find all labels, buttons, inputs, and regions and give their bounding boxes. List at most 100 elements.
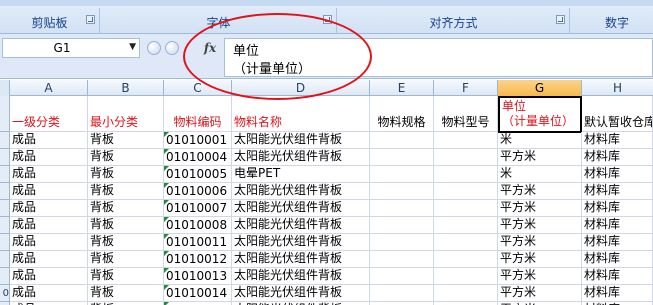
- column-header-c[interactable]: C: [164, 80, 232, 96]
- alignment-dialog-launcher-icon[interactable]: [556, 15, 565, 24]
- cell-b[interactable]: 背板: [88, 268, 164, 285]
- row-header[interactable]: 0: [0, 285, 10, 302]
- cell-f[interactable]: [434, 234, 498, 251]
- cell-d[interactable]: 太阳能光伏组件背板: [232, 149, 370, 166]
- column-header-h[interactable]: H: [582, 80, 653, 96]
- cell-g[interactable]: 平方米: [498, 285, 582, 302]
- row-header[interactable]: [0, 96, 10, 132]
- row-header[interactable]: [0, 149, 10, 166]
- cell-f[interactable]: [434, 285, 498, 302]
- header-cell-c[interactable]: 物料编码: [164, 96, 232, 132]
- cell-c[interactable]: 01010011: [164, 234, 232, 251]
- cell-d[interactable]: 太阳能光伏组件背板: [232, 132, 370, 149]
- cell-g[interactable]: 米: [498, 132, 582, 149]
- chevron-down-icon[interactable]: ▼: [129, 42, 136, 52]
- cell-f[interactable]: [434, 183, 498, 200]
- cell-e[interactable]: [370, 234, 434, 251]
- font-dialog-launcher-icon[interactable]: [323, 15, 332, 24]
- cell-a[interactable]: 成品: [10, 217, 88, 234]
- header-cell-e[interactable]: 物料规格: [370, 96, 434, 132]
- cell-b[interactable]: 背板: [88, 149, 164, 166]
- cell-h[interactable]: 材料库: [582, 251, 653, 268]
- cell-g[interactable]: 平方米: [498, 183, 582, 200]
- name-box[interactable]: G1 ▼: [2, 38, 140, 58]
- column-header-d[interactable]: D: [232, 80, 370, 96]
- cell-c[interactable]: 01010014: [164, 285, 232, 302]
- cell-a[interactable]: 成品: [10, 234, 88, 251]
- cell-a[interactable]: 成品: [10, 149, 88, 166]
- row-header[interactable]: [0, 200, 10, 217]
- header-cell-f[interactable]: 物料型号: [434, 96, 498, 132]
- column-header-e[interactable]: E: [370, 80, 434, 96]
- cell-h[interactable]: 材料库: [582, 132, 653, 149]
- cell-b[interactable]: 背板: [88, 132, 164, 149]
- cell-e[interactable]: [370, 268, 434, 285]
- cell-e[interactable]: [370, 132, 434, 149]
- cell-d[interactable]: 太阳能光伏组件背板: [232, 251, 370, 268]
- cell-f[interactable]: [434, 268, 498, 285]
- cell-e[interactable]: [370, 149, 434, 166]
- column-header-g[interactable]: G: [498, 80, 582, 96]
- cell-e[interactable]: [370, 200, 434, 217]
- row-header[interactable]: [0, 217, 10, 234]
- cell-a[interactable]: 成品: [10, 251, 88, 268]
- cell-f[interactable]: [434, 200, 498, 217]
- cell-g[interactable]: 平方米: [498, 268, 582, 285]
- cell-b[interactable]: 背板: [88, 183, 164, 200]
- cell-d[interactable]: 太阳能光伏组件背板: [232, 285, 370, 302]
- insert-function-button[interactable]: fx: [200, 39, 220, 57]
- header-cell-b[interactable]: 最小分类: [88, 96, 164, 132]
- cell-d[interactable]: 太阳能光伏组件背板: [232, 217, 370, 234]
- cell-d[interactable]: 太阳能光伏组件背板: [232, 183, 370, 200]
- cell-g[interactable]: 平方米: [498, 200, 582, 217]
- cell-b[interactable]: 背板: [88, 166, 164, 183]
- row-header[interactable]: [0, 268, 10, 285]
- cell-g[interactable]: 平方米: [498, 251, 582, 268]
- cell-b[interactable]: 背板: [88, 234, 164, 251]
- cell-a[interactable]: 成品: [10, 183, 88, 200]
- header-cell-h[interactable]: 默认暂收仓库: [582, 96, 653, 132]
- cell-f[interactable]: [434, 166, 498, 183]
- cell-c[interactable]: 01010013: [164, 268, 232, 285]
- row-header[interactable]: [0, 234, 10, 251]
- clipboard-dialog-launcher-icon[interactable]: [86, 15, 95, 24]
- cell-c[interactable]: 01010007: [164, 200, 232, 217]
- cell-g[interactable]: 平方米: [498, 217, 582, 234]
- cell-b[interactable]: 背板: [88, 217, 164, 234]
- cell-a[interactable]: 成品: [10, 268, 88, 285]
- cell-d[interactable]: 太阳能光伏组件背板: [232, 200, 370, 217]
- cell-e[interactable]: [370, 183, 434, 200]
- cell-f[interactable]: [434, 217, 498, 234]
- header-cell-d[interactable]: 物料名称: [232, 96, 370, 132]
- cell-h[interactable]: 材料库: [582, 200, 653, 217]
- cell-h[interactable]: 材料库: [582, 234, 653, 251]
- cell-a[interactable]: 成品: [10, 285, 88, 302]
- cell-a[interactable]: 成品: [10, 200, 88, 217]
- cell-e[interactable]: [370, 285, 434, 302]
- cell-b[interactable]: 背板: [88, 285, 164, 302]
- cell-c[interactable]: 01010001: [164, 132, 232, 149]
- cell-d[interactable]: 太阳能光伏组件背板: [232, 234, 370, 251]
- cell-c[interactable]: 01010012: [164, 251, 232, 268]
- cell-e[interactable]: [370, 166, 434, 183]
- cell-d[interactable]: 太阳能光伏组件背板: [232, 268, 370, 285]
- cell-f[interactable]: [434, 251, 498, 268]
- cancel-entry-icon[interactable]: [147, 41, 161, 55]
- cell-g[interactable]: 米: [498, 166, 582, 183]
- cell-c[interactable]: 01010006: [164, 183, 232, 200]
- cell-f[interactable]: [434, 132, 498, 149]
- row-header[interactable]: [0, 132, 10, 149]
- cell-c[interactable]: 01010005: [164, 166, 232, 183]
- column-header-f[interactable]: F: [434, 80, 498, 96]
- cell-h[interactable]: 材料库: [582, 217, 653, 234]
- cell-g[interactable]: 平方米: [498, 234, 582, 251]
- cell-e[interactable]: [370, 251, 434, 268]
- select-all-corner[interactable]: [0, 80, 10, 96]
- formula-input[interactable]: 单位 （计量单位）: [224, 38, 653, 77]
- header-cell-g[interactable]: 单位 （计量单位）: [498, 96, 582, 133]
- cell-c[interactable]: 01010004: [164, 149, 232, 166]
- column-header-b[interactable]: B: [88, 80, 164, 96]
- cell-h[interactable]: 材料库: [582, 183, 653, 200]
- cell-h[interactable]: 材料库: [582, 166, 653, 183]
- cell-f[interactable]: [434, 149, 498, 166]
